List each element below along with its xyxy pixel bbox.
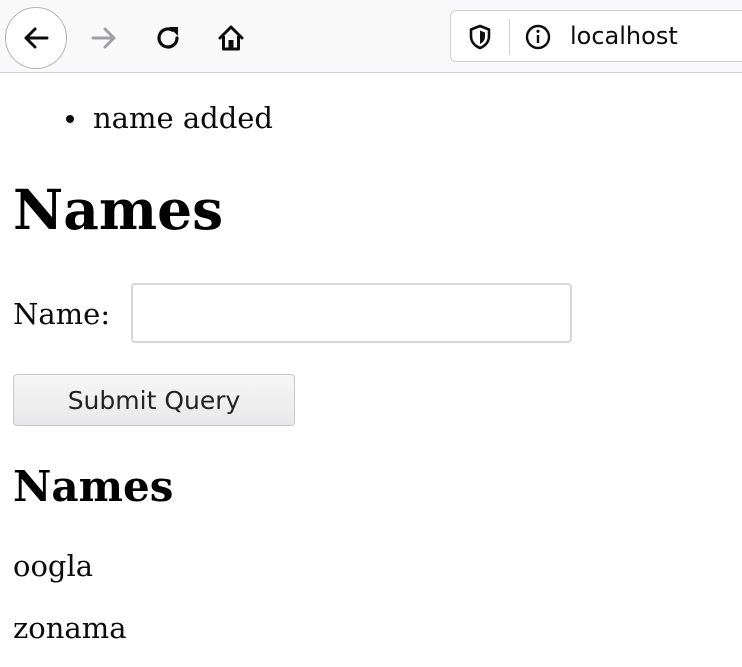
reload-button[interactable] [144,14,192,62]
name-input[interactable] [131,283,572,343]
arrow-right-icon [91,27,116,49]
arrow-left-icon [24,27,49,49]
flash-message-text: name added [93,101,273,135]
url-text[interactable]: localhost [570,22,678,50]
submit-button[interactable]: Submit Query [13,374,295,426]
bullet-icon [66,115,74,123]
forward-button[interactable] [80,14,128,62]
flash-messages: name added [63,98,273,138]
tracking-shield-icon[interactable] [466,23,494,51]
reload-icon [157,27,179,49]
flash-message: name added [63,98,273,138]
home-button[interactable] [207,14,255,62]
url-bar[interactable]: localhost [450,10,742,62]
url-separator [509,19,510,55]
page-content: name added Names Name: Submit Query Name… [0,73,742,667]
names-list-heading: Names [13,462,174,511]
site-info-icon[interactable] [523,22,553,52]
back-button[interactable] [5,7,67,69]
list-item: zonama [13,611,127,645]
home-icon [218,25,244,51]
name-label: Name: [13,297,111,331]
browser-toolbar: localhost [0,0,742,73]
page-title: Names [13,177,224,242]
list-item: oogla [13,549,94,583]
